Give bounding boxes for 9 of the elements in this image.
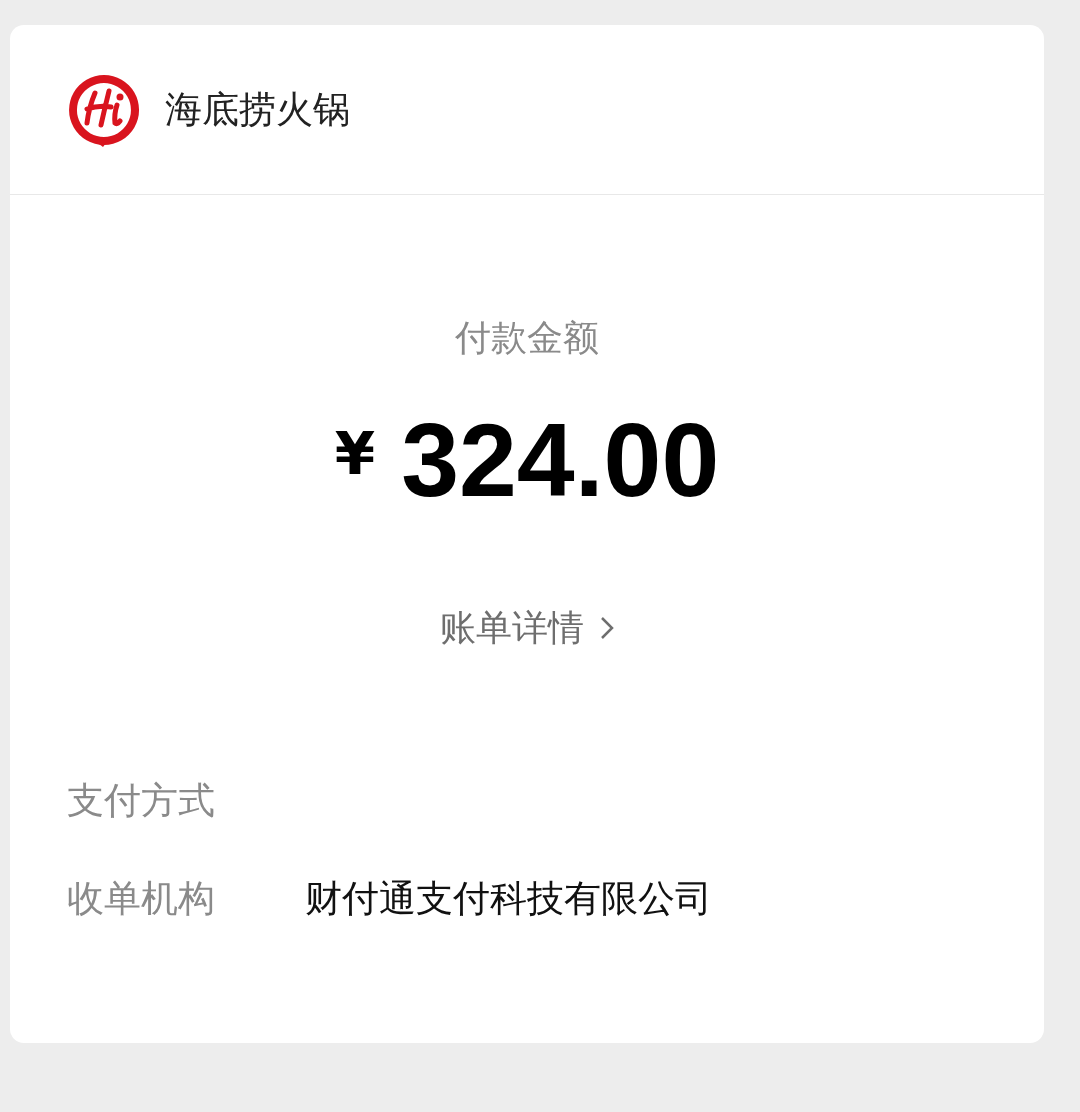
detail-value: 财付通支付科技有限公司 [305, 876, 712, 923]
merchant-name: 海底捞火锅 [165, 86, 350, 133]
bill-details-link[interactable]: 账单详情 [440, 605, 614, 651]
currency-symbol: ¥ [334, 419, 376, 489]
chevron-right-icon [600, 616, 614, 640]
amount-value: 324.00 [401, 405, 720, 515]
amount-label: 付款金额 [455, 316, 599, 360]
detail-label: 收单机构 [67, 876, 216, 923]
detail-label: 支付方式 [67, 778, 216, 825]
